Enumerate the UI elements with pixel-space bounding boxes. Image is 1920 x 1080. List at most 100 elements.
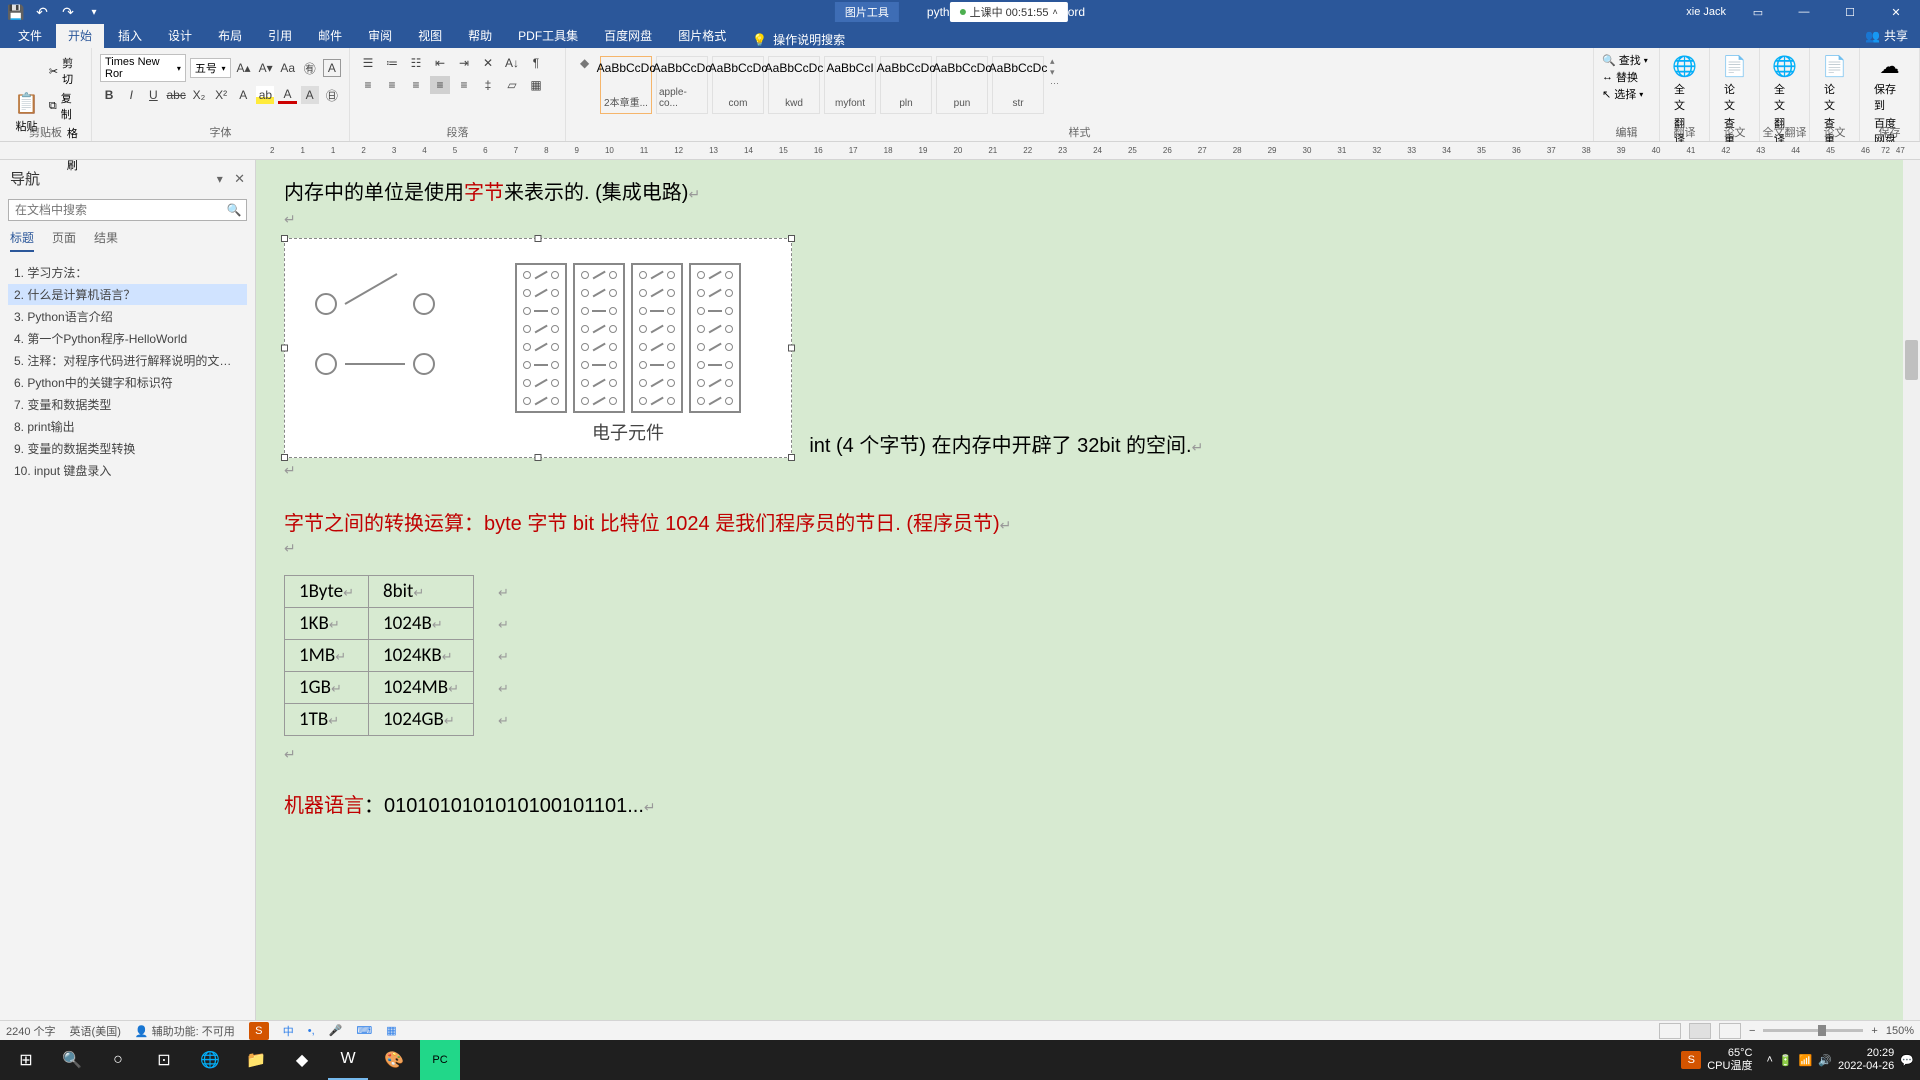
bold-icon[interactable]: B bbox=[100, 86, 118, 104]
app-icon[interactable]: ◆ bbox=[282, 1040, 322, 1080]
italic-icon[interactable]: I bbox=[122, 86, 140, 104]
class-status-badge[interactable]: 上课中 00:51:55 ˄ bbox=[950, 2, 1068, 22]
multilevel-icon[interactable]: ☷ bbox=[406, 54, 426, 72]
system-clock[interactable]: 20:29 2022-04-26 bbox=[1838, 1047, 1894, 1073]
tab-insert[interactable]: 插入 bbox=[106, 23, 154, 48]
pycharm-icon[interactable]: PC bbox=[420, 1040, 460, 1080]
ribbon-options-icon[interactable]: ▭ bbox=[1736, 0, 1780, 24]
nav-heading-item[interactable]: 4. 第一个Python程序-HelloWorld bbox=[8, 328, 247, 349]
nav-heading-item[interactable]: 6. Python中的关键字和标识符 bbox=[8, 372, 247, 393]
tab-mailings[interactable]: 邮件 bbox=[306, 23, 354, 48]
tab-view[interactable]: 视图 bbox=[406, 23, 454, 48]
ime-sogou-icon[interactable]: S bbox=[249, 1022, 269, 1040]
numbering-icon[interactable]: ≔ bbox=[382, 54, 402, 72]
nav-close-icon[interactable]: ✕ bbox=[234, 171, 245, 186]
paint-icon[interactable]: 🎨 bbox=[374, 1040, 414, 1080]
cut-button[interactable]: ✂剪切 bbox=[45, 54, 83, 88]
style-item[interactable]: AaBbCcDc2本章重... bbox=[600, 56, 652, 114]
nav-heading-item[interactable]: 10. input 键盘录入 bbox=[8, 460, 247, 481]
style-item[interactable]: AaBbCcDcpun bbox=[936, 56, 988, 114]
char-shading-icon[interactable]: A bbox=[301, 86, 319, 104]
style-item[interactable]: AaBbCcDckwd bbox=[768, 56, 820, 114]
show-marks-icon[interactable]: ¶ bbox=[526, 54, 546, 72]
decrease-indent-icon[interactable]: ⇤ bbox=[430, 54, 450, 72]
zoom-in-icon[interactable]: + bbox=[1871, 1025, 1877, 1037]
zoom-slider[interactable] bbox=[1763, 1029, 1863, 1032]
tab-layout[interactable]: 布局 bbox=[206, 23, 254, 48]
underline-icon[interactable]: U bbox=[144, 86, 162, 104]
cortana-icon[interactable]: ○ bbox=[98, 1040, 138, 1080]
search-input[interactable] bbox=[9, 200, 222, 220]
shading-icon[interactable]: ▱ bbox=[502, 76, 522, 94]
resize-handle[interactable] bbox=[535, 235, 542, 242]
vertical-scrollbar[interactable] bbox=[1903, 160, 1920, 1020]
task-view-icon[interactable]: ⊡ bbox=[144, 1040, 184, 1080]
highlight-icon[interactable]: ab bbox=[256, 86, 274, 104]
cpu-temp-widget[interactable]: 65°C CPU温度 bbox=[1707, 1047, 1752, 1073]
explorer-icon[interactable]: 📁 bbox=[236, 1040, 276, 1080]
pin-icon[interactable]: ▾ bbox=[217, 172, 223, 186]
maximize-icon[interactable]: ☐ bbox=[1828, 0, 1872, 24]
increase-indent-icon[interactable]: ⇥ bbox=[454, 54, 474, 72]
change-case-icon[interactable]: Aa bbox=[279, 59, 297, 77]
share-button[interactable]: 👥 共享 bbox=[1853, 23, 1920, 48]
grow-font-icon[interactable]: A▴ bbox=[235, 59, 253, 77]
tab-picture-format[interactable]: 图片格式 bbox=[666, 23, 738, 48]
scroll-thumb[interactable] bbox=[1905, 340, 1918, 380]
char-border-icon[interactable]: A bbox=[323, 59, 341, 77]
subscript-icon[interactable]: X₂ bbox=[190, 86, 208, 104]
nav-heading-item[interactable]: 8. print输出 bbox=[8, 416, 247, 437]
print-layout-icon[interactable] bbox=[1689, 1023, 1711, 1039]
ime-grid-icon[interactable]: ▦ bbox=[386, 1024, 396, 1037]
ime-mic-icon[interactable]: 🎤 bbox=[329, 1024, 343, 1037]
align-center-icon[interactable]: ≡ bbox=[382, 76, 402, 94]
font-size-combo[interactable]: 五号▾ bbox=[190, 58, 231, 78]
tab-design[interactable]: 设计 bbox=[156, 23, 204, 48]
web-layout-icon[interactable] bbox=[1719, 1023, 1741, 1039]
battery-icon[interactable]: 🔋 bbox=[1779, 1054, 1793, 1067]
enclose-char-icon[interactable]: ㊐ bbox=[323, 86, 341, 104]
tab-file[interactable]: 文件 bbox=[6, 23, 54, 48]
asian-layout-icon[interactable]: ✕ bbox=[478, 54, 498, 72]
ime-keyboard-icon[interactable]: ⌨ bbox=[356, 1024, 372, 1037]
document-area[interactable]: 内存中的单位是使用字节来表示的. (集成电路)↵ ↵ bbox=[256, 160, 1920, 1020]
save-icon[interactable]: 💾 bbox=[6, 2, 26, 22]
style-item[interactable]: AaBbCcDcstr bbox=[992, 56, 1044, 114]
tray-chevron-icon[interactable]: ˄ bbox=[1766, 1054, 1772, 1066]
line-spacing-icon[interactable]: ‡ bbox=[478, 76, 498, 94]
edge-icon[interactable]: 🌐 bbox=[190, 1040, 230, 1080]
nav-heading-item[interactable]: 3. Python语言介绍 bbox=[8, 306, 247, 327]
align-left-icon[interactable]: ≡ bbox=[358, 76, 378, 94]
wifi-icon[interactable]: 📶 bbox=[1799, 1054, 1813, 1067]
ime-lang-icon[interactable]: 中 bbox=[283, 1023, 294, 1039]
ime-punct-icon[interactable]: •, bbox=[308, 1025, 315, 1037]
tab-pdf[interactable]: PDF工具集 bbox=[506, 23, 590, 48]
search-icon[interactable]: 🔍 bbox=[222, 200, 246, 220]
redo-icon[interactable]: ↷ bbox=[58, 2, 78, 22]
undo-icon[interactable]: ↶ bbox=[32, 2, 52, 22]
qat-more-icon[interactable]: ▾ bbox=[84, 2, 104, 22]
word-count[interactable]: 2240 个字 bbox=[6, 1023, 56, 1039]
tab-review[interactable]: 审阅 bbox=[356, 23, 404, 48]
volume-icon[interactable]: 🔊 bbox=[1818, 1054, 1832, 1067]
select-button[interactable]: ↖选择▾ bbox=[1602, 86, 1651, 102]
borders-icon[interactable]: ▦ bbox=[526, 76, 546, 94]
close-icon[interactable]: ✕ bbox=[1874, 0, 1918, 24]
tell-me-search[interactable]: 💡 操作说明搜索 bbox=[752, 31, 845, 48]
nav-heading-item[interactable]: 9. 变量的数据类型转换 bbox=[8, 438, 247, 459]
superscript-icon[interactable]: X² bbox=[212, 86, 230, 104]
resize-handle[interactable] bbox=[281, 345, 288, 352]
font-name-combo[interactable]: Times New Ror▾ bbox=[100, 54, 186, 82]
tab-references[interactable]: 引用 bbox=[256, 23, 304, 48]
nav-tab-pages[interactable]: 页面 bbox=[52, 229, 76, 252]
phonetic-icon[interactable]: ㊒ bbox=[301, 59, 319, 77]
word-taskbar-icon[interactable]: W bbox=[328, 1040, 368, 1080]
replace-button[interactable]: ↔替换 bbox=[1602, 69, 1651, 85]
nav-heading-item[interactable]: 2. 什么是计算机语言？ bbox=[8, 284, 247, 305]
style-item[interactable]: AaBbCcDcapple-co... bbox=[656, 56, 708, 114]
read-mode-icon[interactable] bbox=[1659, 1023, 1681, 1039]
nav-tab-results[interactable]: 结果 bbox=[94, 229, 118, 252]
tab-help[interactable]: 帮助 bbox=[456, 23, 504, 48]
nav-tab-headings[interactable]: 标题 bbox=[10, 229, 34, 252]
shrink-font-icon[interactable]: A▾ bbox=[257, 59, 275, 77]
